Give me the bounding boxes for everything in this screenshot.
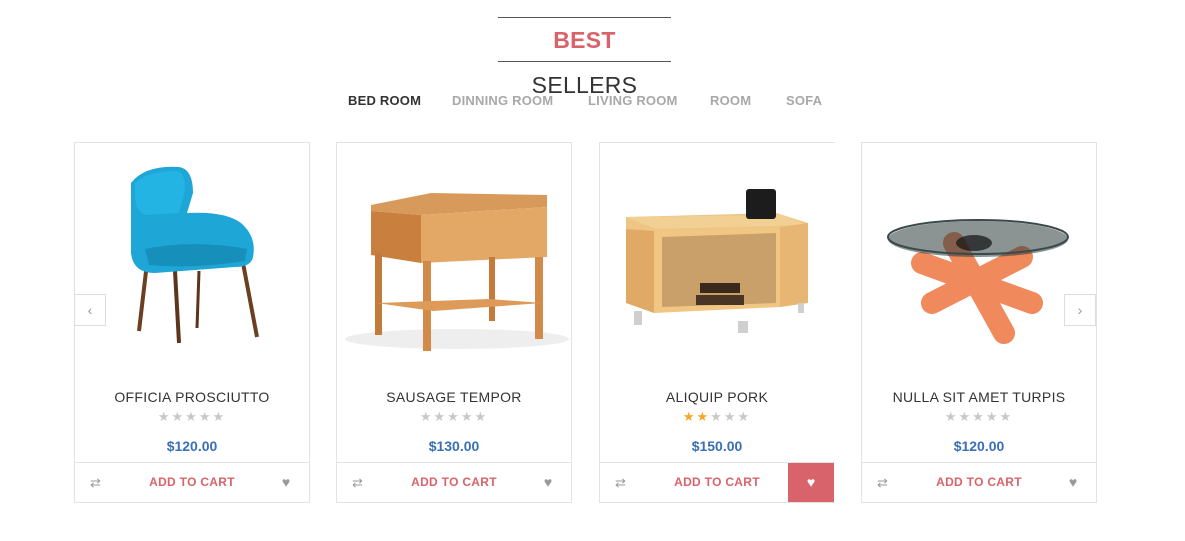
card-actions: ⇄ ADD TO CART ♥ bbox=[862, 462, 1096, 502]
chevron-right-icon[interactable]: › bbox=[1064, 294, 1096, 326]
product-name[interactable]: SAUSAGE TEMPOR bbox=[337, 389, 571, 405]
heart-icon[interactable]: ♥ bbox=[525, 463, 571, 502]
product-card: OFFICIA PROSCIUTTO ★★★★★ $120.00 ⇄ ADD T… bbox=[74, 142, 310, 503]
star-icon: ★ bbox=[212, 409, 227, 424]
product-card: ALIQUIP PORK ★★★★★ $150.00 ⇄ ADD TO CART… bbox=[599, 142, 835, 503]
rating-stars: ★★★★★ bbox=[600, 409, 834, 425]
star-icon: ★ bbox=[737, 409, 752, 424]
star-icon: ★ bbox=[999, 409, 1014, 424]
product-price: $150.00 bbox=[691, 438, 743, 454]
star-icon: ★ bbox=[474, 409, 489, 424]
tab-room[interactable]: ROOM bbox=[710, 93, 751, 108]
product-name[interactable]: NULLA SIT AMET TURPIS bbox=[862, 389, 1096, 405]
star-icon: ★ bbox=[944, 409, 959, 424]
product-price: $120.00 bbox=[953, 438, 1005, 454]
section-heading: BEST SELLERS bbox=[498, 17, 671, 98]
category-tabs: BED ROOM DINNING ROOM LIVING ROOM ROOM S… bbox=[0, 93, 1185, 111]
star-icon: ★ bbox=[460, 409, 475, 424]
heart-icon[interactable]: ♥ bbox=[788, 463, 834, 502]
heart-icon[interactable]: ♥ bbox=[1050, 463, 1096, 502]
chevron-left-icon[interactable]: ‹ bbox=[74, 294, 106, 326]
tab-sofa[interactable]: SOFA bbox=[786, 93, 822, 108]
product-price: $130.00 bbox=[428, 438, 480, 454]
card-actions: ⇄ ADD TO CART ♥ bbox=[600, 462, 834, 502]
star-icon: ★ bbox=[985, 409, 1000, 424]
product-image[interactable] bbox=[600, 153, 834, 363]
star-icon: ★ bbox=[157, 409, 172, 424]
star-icon: ★ bbox=[723, 409, 738, 424]
product-card: NULLA SIT AMET TURPIS ★★★★★ $120.00 ⇄ AD… bbox=[861, 142, 1097, 503]
rating-stars: ★★★★★ bbox=[75, 409, 309, 425]
best-sellers-section: BEST SELLERS BED ROOM DINNING ROOM LIVIN… bbox=[0, 0, 1185, 541]
heart-icon[interactable]: ♥ bbox=[263, 463, 309, 502]
star-icon: ★ bbox=[447, 409, 461, 424]
product-image[interactable] bbox=[337, 153, 571, 363]
card-actions: ⇄ ADD TO CART ♥ bbox=[337, 462, 571, 502]
star-icon: ★ bbox=[185, 409, 199, 424]
product-card: SAUSAGE TEMPOR ★★★★★ $130.00 ⇄ ADD TO CA… bbox=[336, 142, 572, 503]
star-icon: ★ bbox=[972, 409, 986, 424]
heading-accent: BEST bbox=[553, 27, 616, 53]
rating-stars: ★★★★★ bbox=[337, 409, 571, 425]
tab-bed-room[interactable]: BED ROOM bbox=[348, 93, 421, 108]
star-icon: ★ bbox=[682, 409, 697, 424]
card-actions: ⇄ ADD TO CART ♥ bbox=[75, 462, 309, 502]
tab-living-room[interactable]: LIVING ROOM bbox=[588, 93, 678, 108]
star-icon: ★ bbox=[433, 409, 448, 424]
star-icon: ★ bbox=[696, 409, 711, 424]
product-name[interactable]: OFFICIA PROSCIUTTO bbox=[75, 389, 309, 405]
star-icon: ★ bbox=[710, 409, 724, 424]
rating-stars: ★★★★★ bbox=[862, 409, 1096, 425]
product-name[interactable]: ALIQUIP PORK bbox=[600, 389, 834, 405]
product-image[interactable] bbox=[862, 153, 1096, 363]
star-icon: ★ bbox=[198, 409, 213, 424]
star-icon: ★ bbox=[958, 409, 973, 424]
star-icon: ★ bbox=[171, 409, 186, 424]
star-icon: ★ bbox=[419, 409, 434, 424]
tab-dinning-room[interactable]: DINNING ROOM bbox=[452, 93, 553, 108]
product-price: $120.00 bbox=[166, 438, 218, 454]
product-image[interactable] bbox=[75, 153, 309, 363]
